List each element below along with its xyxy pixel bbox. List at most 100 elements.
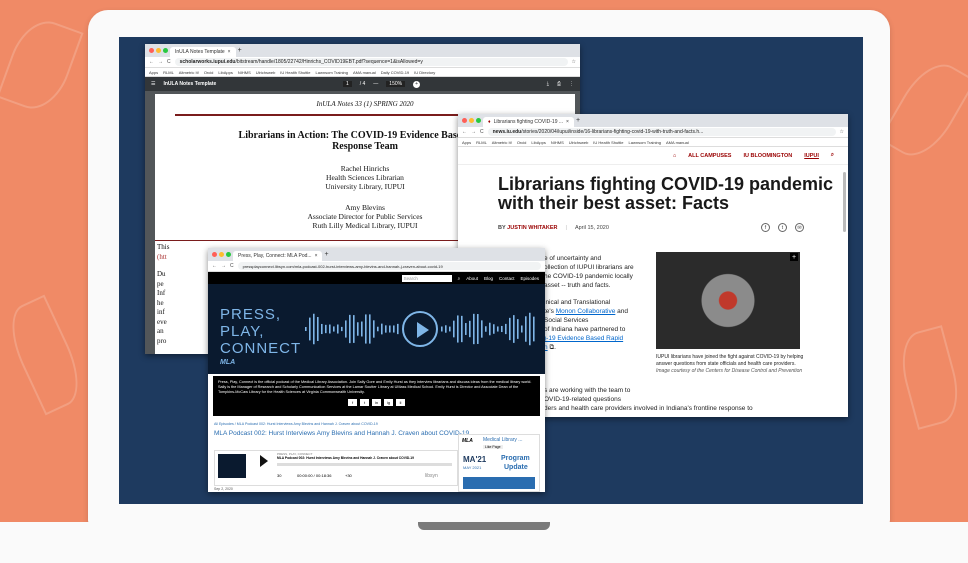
bookmark-item[interactable]: Apps [149,70,158,75]
bookmark-item[interactable]: AMA manual [666,140,689,145]
forward-icon[interactable]: → [158,59,163,65]
forward-icon[interactable]: → [471,129,476,135]
bookmark-item[interactable]: Lawnsom Training [316,70,348,75]
speed-control[interactable]: 30 [277,473,281,478]
reload-icon[interactable]: C [167,59,171,65]
new-tab-icon[interactable]: + [238,47,242,54]
bookmark-item[interactable]: RLML [476,140,487,145]
soundwave-bar [321,323,323,335]
bookmark-item[interactable]: IU Directory [414,70,435,75]
bookmark-item[interactable]: LibApps [531,140,545,145]
nav-episodes[interactable]: Episodes [520,276,539,281]
soundwave-bar [309,317,311,341]
minimize-dot[interactable] [469,118,474,123]
browser-tab[interactable]: Press, Play, Connect: MLA Pod... × [233,251,323,261]
facebook-share-icon[interactable]: f [761,223,770,232]
zoom-in-icon[interactable]: + [413,80,421,88]
browser-tab[interactable]: ♦ Librarians fighting COVID-19 ... × [483,117,574,127]
download-icon[interactable]: ⤓ [547,81,549,87]
progress-bar[interactable] [277,463,452,466]
more-icon[interactable]: ⋮ [569,81,574,87]
star-icon[interactable]: ☆ [572,59,576,65]
like-page-button[interactable]: Like Page [483,445,503,449]
bookmark-item[interactable]: IU Health Shuttle [280,70,310,75]
print-icon[interactable]: ⎙ [557,81,561,87]
bookmark-item[interactable]: IU Health Shuttle [593,140,623,145]
maximize-dot[interactable] [163,48,168,53]
bookmark-item[interactable]: Ulrichsweb [256,70,276,75]
home-icon[interactable]: ⌂ [673,153,676,159]
tab-close-icon[interactable]: × [315,253,318,259]
maximize-dot[interactable] [226,252,231,257]
back-icon[interactable]: ← [149,59,154,65]
bookmark-item[interactable]: Ulrichsweb [569,140,589,145]
tab-close-icon[interactable]: × [228,49,231,55]
scrollbar[interactable] [843,172,846,232]
reload-icon[interactable]: C [230,263,234,269]
url-field[interactable]: news.iu.edu /stories/2020/04/iupui/insid… [487,128,836,136]
nav-iu-bloomington[interactable]: IU BLOOMINGTON [743,153,792,159]
bookmark-item[interactable]: Orcid [517,140,527,145]
play-button[interactable] [260,455,268,467]
skip-forward[interactable]: +30 [345,473,352,478]
back-icon[interactable]: ← [462,129,467,135]
bookmark-item[interactable]: Lawnsom Training [629,140,661,145]
bookmark-item[interactable]: NIHMS [551,140,564,145]
linkedin-icon[interactable]: in [372,399,381,406]
nav-contact[interactable]: Contact [499,276,515,281]
bookmark-item[interactable]: Altmetric It! [492,140,512,145]
author-link[interactable]: JUSTIN WHITAKER [507,225,557,231]
monon-link[interactable]: Monon Collaborative [556,308,616,315]
bookmark-item[interactable]: AMA manual [353,70,376,75]
nav-iupui[interactable]: IUPUI [804,153,819,159]
bookmark-item[interactable]: NIHMS [238,70,251,75]
bookmark-item[interactable]: Orcid [204,70,214,75]
minimize-dot[interactable] [219,252,224,257]
facebook-icon[interactable]: f [348,399,357,406]
url-host: news.iu.edu [492,129,522,135]
nav-all-campuses[interactable]: ALL CAMPUSES [688,153,731,159]
url-field[interactable]: pressplayconnect.libsyn.com/mla-podcast-… [237,262,541,270]
instagram-icon[interactable]: ig [384,399,393,406]
bookmark-item[interactable]: Altmetric It! [179,70,199,75]
close-dot[interactable] [149,48,154,53]
expand-icon[interactable]: + [790,253,798,261]
back-icon[interactable]: ← [212,263,217,269]
twitter-icon[interactable]: t [360,399,369,406]
reload-icon[interactable]: C [480,129,484,135]
libsyn-icon[interactable]: li [396,399,405,406]
promo-year: MA'21 [463,455,487,464]
star-icon[interactable]: ☆ [840,129,844,135]
search-icon[interactable]: ⌕ [458,276,461,281]
bookmark-item[interactable]: RLML [163,70,174,75]
nav-about[interactable]: About [466,276,478,281]
new-tab-icon[interactable]: + [576,117,580,124]
url-field[interactable]: scholarworks.iupui.edu /bitstream/handle… [174,58,568,66]
new-tab-icon[interactable]: + [324,251,328,258]
breadcrumb[interactable]: All Episodes / MLA Podcast 002: Hurst In… [208,420,545,428]
bookmark-item[interactable]: LibApps [218,70,232,75]
soundwave-bar [341,326,343,332]
tab-close-icon[interactable]: × [566,119,569,125]
zoom-level[interactable]: 150% [386,81,406,87]
menu-icon[interactable]: ☰ [151,81,155,87]
close-dot[interactable] [212,252,217,257]
email-share-icon[interactable]: ✉ [795,223,804,232]
bookmark-item[interactable]: Daily COVID-19 [381,70,409,75]
browser-tab[interactable]: InULA Notes Template × [170,47,236,57]
maximize-dot[interactable] [476,118,481,123]
bookmark-item[interactable]: Apps [462,140,471,145]
ebm-link[interactable]: )-19 Evidence Based Rapid [544,335,623,342]
article-text-2: inical and Translational te's Monon Coll… [544,299,629,351]
search-icon[interactable]: ⌕ [831,152,834,159]
nav-blog[interactable]: Blog [484,276,493,281]
widget-title[interactable]: Medical Library ... [483,437,522,443]
search-input[interactable]: Search [401,274,452,282]
twitter-share-icon[interactable]: t [778,223,787,232]
close-dot[interactable] [462,118,467,123]
forward-icon[interactable]: → [221,263,226,269]
minimize-dot[interactable] [156,48,161,53]
zoom-out-icon[interactable]: — [373,81,378,87]
podcast-browser-window: Press, Play, Connect: MLA Pod... × + ← →… [208,248,545,492]
page-current[interactable]: 1 [342,81,352,87]
